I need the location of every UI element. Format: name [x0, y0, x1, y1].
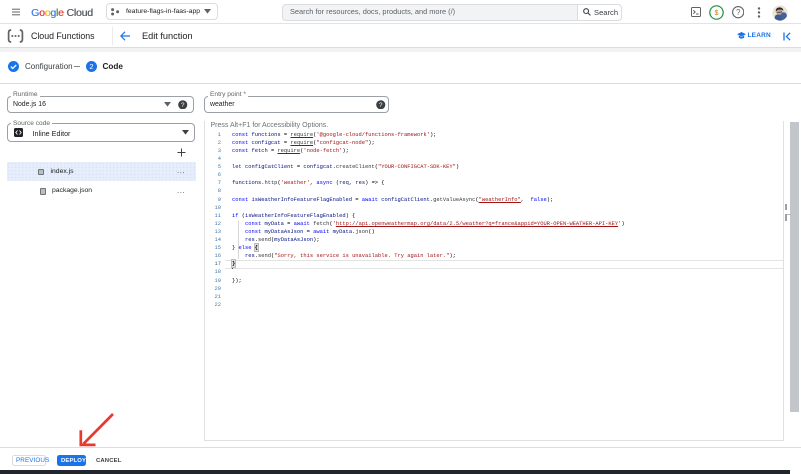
svg-text:2: 2	[89, 62, 93, 71]
svg-text:?: ?	[181, 102, 185, 109]
svg-text:$: $	[715, 8, 719, 17]
svg-text:?: ?	[735, 8, 740, 17]
svg-text:?: ?	[379, 102, 383, 109]
